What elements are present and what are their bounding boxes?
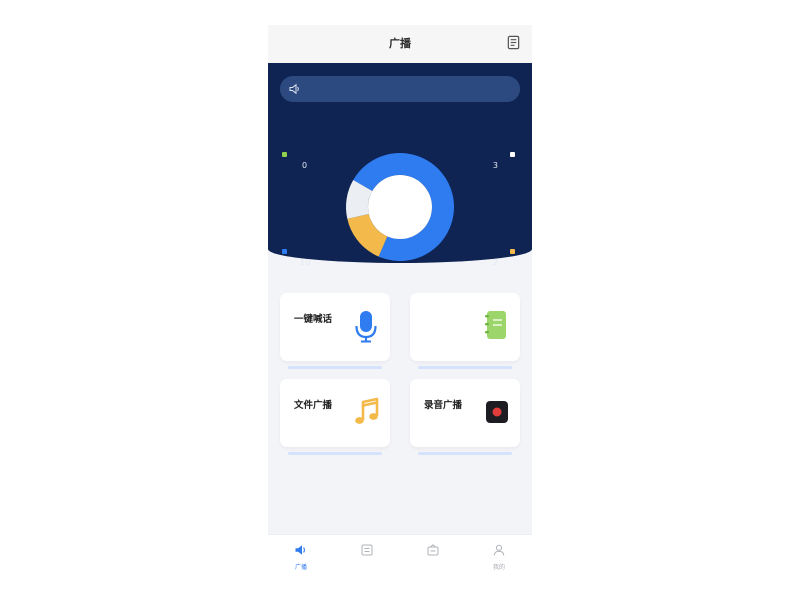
microphone-icon — [355, 311, 377, 343]
card-title: 一键喊话 — [294, 314, 333, 325]
bottom-nav: 广播 我的 — [268, 534, 532, 575]
music-note-icon — [355, 397, 379, 424]
nav-label: 广播 — [294, 564, 307, 571]
nav-label: 我的 — [492, 564, 505, 571]
nav-tab-broadcast[interactable]: 广播 — [268, 535, 334, 575]
profile-icon — [493, 544, 505, 556]
menu-doc-icon[interactable] — [506, 35, 521, 50]
top-bar: 广播 — [268, 25, 532, 63]
speaker-icon — [289, 83, 299, 95]
donut-center — [368, 175, 432, 239]
notice-bar[interactable] — [280, 76, 520, 102]
stat-color-swatch — [282, 249, 287, 254]
card-record-broadcast[interactable]: 录音广播 — [410, 379, 520, 455]
card-text-broadcast[interactable] — [410, 293, 520, 369]
record-icon — [486, 401, 508, 423]
list-icon — [361, 544, 373, 556]
broadcast-icon — [295, 545, 305, 555]
nav-tab-list[interactable] — [334, 535, 400, 575]
overview-panel: 0 3 10 2 — [268, 63, 532, 267]
status-donut-chart — [346, 153, 454, 261]
nav-tab-profile[interactable]: 我的 — [466, 535, 532, 575]
stat-value: 10 — [300, 258, 311, 267]
stat-color-swatch — [510, 249, 515, 254]
stat-color-swatch — [282, 152, 287, 157]
stat-bottom-left: 10 — [282, 249, 310, 267]
stat-value: 3 — [492, 161, 498, 170]
card-file-broadcast[interactable]: 文件广播 — [280, 379, 390, 455]
device-icon — [427, 544, 439, 556]
stat-top-right: 3 — [493, 152, 518, 170]
card-quick-call[interactable]: 一键喊话 — [280, 293, 390, 369]
stat-top-left: 0 — [282, 152, 307, 170]
phone-screen: 广播 0 3 10 2 一键喊话 文件广播 录音广播 广播 我的 — [268, 25, 532, 575]
card-title: 文件广播 — [294, 400, 333, 411]
nav-tab-device[interactable] — [400, 535, 466, 575]
page-title: 广播 — [389, 37, 411, 50]
stat-value: 2 — [492, 258, 498, 267]
stat-color-swatch — [510, 152, 515, 157]
stat-value: 0 — [302, 161, 308, 170]
notebook-icon — [485, 311, 506, 339]
stat-bottom-right: 2 — [493, 249, 518, 267]
card-title: 录音广播 — [424, 400, 463, 411]
